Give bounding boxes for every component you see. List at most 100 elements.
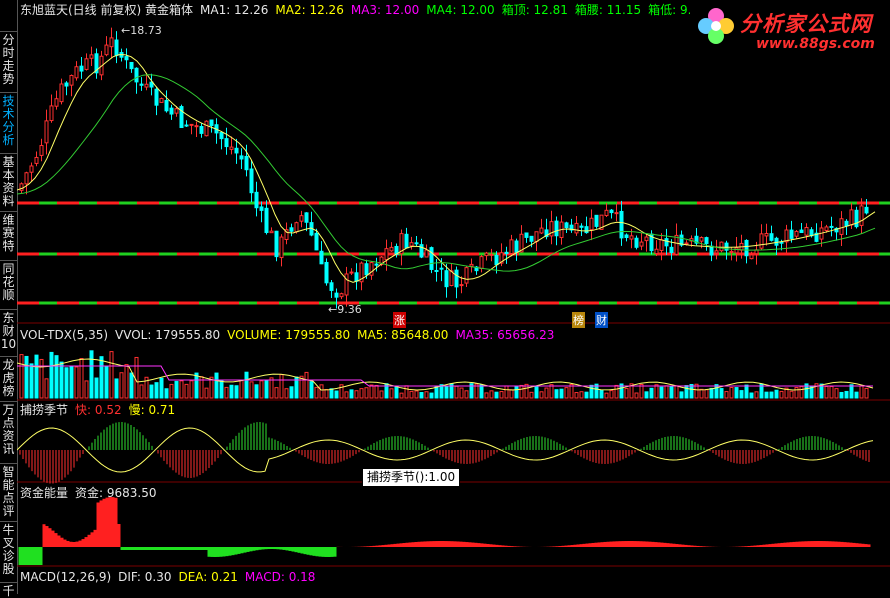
volume-bar <box>104 366 109 399</box>
candle-body <box>849 209 854 226</box>
volume-bar <box>794 387 799 399</box>
side-tab-separator <box>0 153 17 154</box>
candle-body <box>789 229 794 239</box>
candle-body <box>389 246 394 252</box>
volume-bar <box>429 392 434 399</box>
volume-bar <box>584 391 589 399</box>
season-header: 捕捞季节 快: 0.52 慢: 0.71 <box>20 403 182 417</box>
volume-bar <box>519 384 524 399</box>
volume-bar <box>644 391 649 399</box>
volume-bar <box>689 383 694 399</box>
volume-bar <box>494 391 499 399</box>
volume-bar <box>704 389 709 399</box>
candle-body <box>219 131 224 140</box>
candle-body <box>354 272 359 282</box>
volume-bar <box>589 384 594 399</box>
side-tab-3[interactable]: 维赛特 <box>0 214 17 253</box>
volume-bar <box>279 374 284 399</box>
volume-bar <box>309 381 314 399</box>
volume-bar <box>829 385 834 399</box>
candle-body <box>169 107 174 115</box>
season-header-item: 慢: 0.71 <box>128 403 176 417</box>
volume-bar <box>834 388 839 399</box>
macd-header-item: MACD: 0.18 <box>244 570 316 584</box>
volume-bar <box>269 377 274 399</box>
candle-body <box>164 100 169 112</box>
candle-body <box>719 241 724 252</box>
candle-body <box>664 238 669 247</box>
volume-bar <box>129 372 134 399</box>
side-tab-2[interactable]: 基本资料 <box>0 156 17 208</box>
candle-body <box>769 233 774 241</box>
volume-bar <box>414 390 419 399</box>
candle-body <box>439 267 444 270</box>
volume-bar <box>324 389 329 399</box>
volume-bar <box>864 387 869 399</box>
candle-body <box>704 237 709 244</box>
volume-bar <box>314 386 319 399</box>
candle-body <box>204 120 209 137</box>
marker-zhang[interactable]: 涨 <box>393 312 406 328</box>
candle-body <box>699 237 704 242</box>
logo-title: 分析家公式网 <box>740 12 872 36</box>
marker-cai[interactable]: 财 <box>595 312 608 328</box>
candle-body <box>479 256 484 269</box>
side-tab-8[interactable]: 智能点评 <box>0 466 17 518</box>
volume-bar <box>224 386 229 399</box>
chart-canvas[interactable] <box>17 0 890 594</box>
side-tab-bar: 分时走势技术分析基本资料维赛特同花顺东财10 龙虎榜万点资讯智能点评牛叉诊股千 <box>0 0 18 598</box>
volume-header-item: MA5: 85648.00 <box>357 328 449 342</box>
volume-bar <box>539 391 544 399</box>
side-tab-7[interactable]: 万点资讯 <box>0 404 17 456</box>
candle-body <box>434 269 439 272</box>
volume-bar <box>574 392 579 399</box>
candle-body <box>584 226 589 234</box>
candle-body <box>619 210 624 239</box>
main-header-item: MA1: 12.26 <box>200 3 269 17</box>
volume-bar <box>749 392 754 399</box>
volume-bar <box>699 388 704 399</box>
candle-body <box>659 239 664 251</box>
side-tab-0[interactable]: 分时走势 <box>0 34 17 86</box>
side-tab-9[interactable]: 牛叉诊股 <box>0 524 17 576</box>
side-tab-1[interactable]: 技术分析 <box>0 95 17 147</box>
energy-header-item: 资金: 9683.50 <box>75 486 157 500</box>
candle-body <box>144 83 149 88</box>
volume-bar <box>684 385 689 399</box>
marker-bang[interactable]: 榜 <box>572 312 585 328</box>
side-tab-4[interactable]: 同花顺 <box>0 263 17 302</box>
volume-bar <box>164 388 169 399</box>
candle-body <box>129 61 134 70</box>
volume-bar <box>479 384 484 399</box>
high-price-label: ←18.73 <box>121 24 162 37</box>
volume-bar <box>634 392 639 399</box>
volume-bar <box>724 391 729 399</box>
main-header-item: 箱顶: 12.81 <box>501 3 568 17</box>
candle-body <box>109 37 114 48</box>
volume-bar <box>179 380 184 399</box>
volume-bar <box>219 379 224 399</box>
candle-body <box>229 146 234 150</box>
volume-bar <box>709 387 714 399</box>
side-tab-6[interactable]: 龙虎榜 <box>0 359 17 398</box>
volume-bar <box>154 382 159 399</box>
volume-bar <box>379 390 384 399</box>
candle-body <box>579 225 584 228</box>
volume-bar <box>354 390 359 399</box>
side-tab-5[interactable]: 东财10 <box>0 312 17 351</box>
candle-body <box>324 261 329 284</box>
volume-bar <box>189 380 194 399</box>
candle-body <box>349 271 354 274</box>
side-tab-10[interactable]: 千 <box>0 585 17 598</box>
volume-bar <box>729 386 734 399</box>
volume-bar <box>149 384 154 399</box>
candle-body <box>209 119 214 126</box>
volume-bar <box>844 390 849 399</box>
macd-header: MACD(12,26,9) DIF: 0.30 DEA: 0.21 MACD: 0.1… <box>20 570 322 584</box>
volume-bar <box>139 384 144 399</box>
candle-body <box>494 254 499 266</box>
indicator-tooltip: 捕捞季节():1.00 <box>362 468 461 487</box>
volume-bar <box>769 391 774 399</box>
candle-body <box>289 227 294 232</box>
volume-bar <box>24 355 29 399</box>
